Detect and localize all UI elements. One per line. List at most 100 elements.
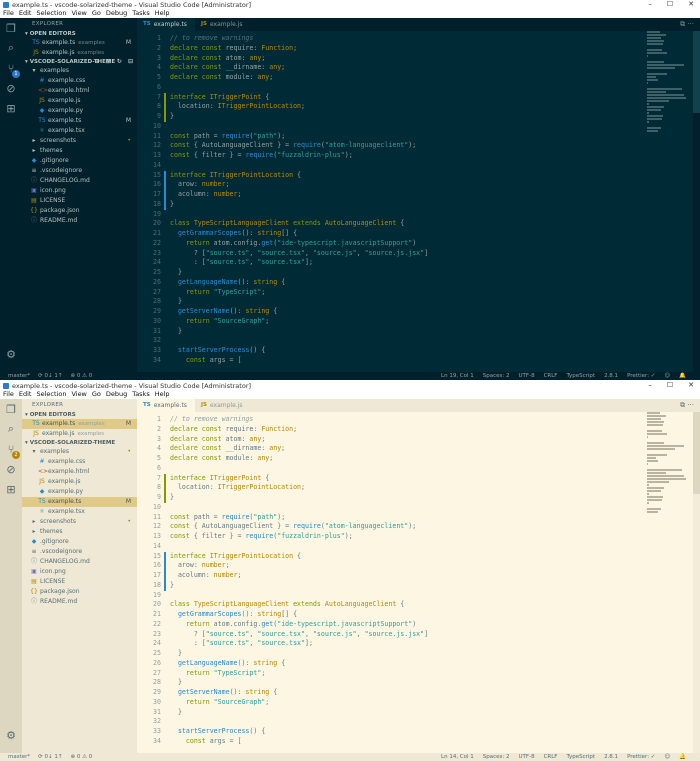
- scrollbar-thumb[interactable]: [693, 412, 700, 494]
- file-item[interactable]: ◆ .gitignore: [22, 156, 137, 166]
- status-position[interactable]: Ln 14, Col 1: [441, 754, 474, 760]
- maximize-button[interactable]: ☐: [667, 381, 673, 390]
- folder-item[interactable]: ▸ themes: [22, 527, 137, 537]
- files-icon[interactable]: ❐: [5, 403, 17, 416]
- close-button[interactable]: ✕: [688, 381, 694, 390]
- git-sync[interactable]: ⟳ 0↓ 1↑: [38, 373, 62, 379]
- gear-icon[interactable]: ⚙: [5, 348, 17, 361]
- open-editors-header[interactable]: ▾ OPEN EDITORS: [22, 30, 137, 38]
- status-eol[interactable]: CRLF: [544, 373, 558, 379]
- file-item[interactable]: ⓘ README.md: [22, 216, 137, 226]
- gear-icon[interactable]: ⚙: [5, 729, 17, 742]
- minimize-button[interactable]: –: [648, 0, 652, 9]
- file-item[interactable]: ▣ icon.png: [22, 186, 137, 196]
- status-spaces[interactable]: Spaces: 2: [483, 754, 510, 760]
- debug-icon[interactable]: ⊘: [5, 463, 17, 476]
- status-bell[interactable]: 🔔: [679, 754, 686, 760]
- menu-file[interactable]: File: [3, 9, 14, 18]
- folder-item[interactable]: ▸ themes: [22, 146, 137, 156]
- menu-edit[interactable]: Edit: [19, 9, 32, 18]
- menu-debug[interactable]: Debug: [106, 9, 127, 18]
- tab-example-ts[interactable]: TS example.ts: [137, 18, 195, 31]
- minimap[interactable]: [647, 31, 692, 141]
- menu-file[interactable]: File: [3, 390, 14, 399]
- file-item[interactable]: ◆ example.py: [22, 487, 137, 497]
- file-item[interactable]: TS example.ts M: [22, 497, 137, 507]
- menu-tasks[interactable]: Tasks: [132, 390, 149, 399]
- editor-actions[interactable]: ⧉ ···: [680, 18, 694, 31]
- status-eol[interactable]: CRLF: [544, 754, 558, 760]
- maximize-button[interactable]: ☐: [667, 0, 673, 9]
- problems-count[interactable]: ⊗ 0 ⚠ 0: [70, 373, 92, 379]
- file-item[interactable]: ≡ .vscodeignore: [22, 166, 137, 176]
- status-language[interactable]: TypeScript: [566, 754, 595, 760]
- file-item[interactable]: {} package.json: [22, 587, 137, 597]
- file-item[interactable]: # example.css: [22, 76, 137, 86]
- code-editor[interactable]: 1 // to remove warnings 2 declare const req…: [137, 412, 642, 753]
- open-editor-item[interactable]: JS example.js examples: [22, 48, 137, 58]
- menu-help[interactable]: Help: [155, 9, 170, 18]
- extensions-icon[interactable]: ⊞: [5, 102, 17, 115]
- editor-actions[interactable]: ⧉ ···: [680, 399, 694, 412]
- file-item[interactable]: JS example.js: [22, 477, 137, 487]
- status-spaces[interactable]: Spaces: 2: [483, 373, 510, 379]
- debug-icon[interactable]: ⊘: [5, 82, 17, 95]
- status-version[interactable]: 2.8.1: [604, 373, 618, 379]
- git-sync[interactable]: ⟳ 0↓ 1↑: [38, 754, 62, 760]
- git-branch[interactable]: master*: [8, 373, 30, 379]
- menu-selection[interactable]: Selection: [36, 390, 66, 399]
- tab-example-js[interactable]: JS example.js: [194, 399, 251, 412]
- code-editor[interactable]: 1 // to remove warnings 2 declare const req…: [137, 31, 642, 372]
- status-bell[interactable]: 🔔: [679, 373, 686, 379]
- file-item[interactable]: {} package.json: [22, 206, 137, 216]
- folder-item[interactable]: ▾ examples: [22, 66, 137, 76]
- open-editor-item[interactable]: TS example.ts examples M: [22, 38, 137, 48]
- status-encoding[interactable]: UTF-8: [519, 373, 535, 379]
- menu-selection[interactable]: Selection: [36, 9, 66, 18]
- open-editor-item[interactable]: JS example.js examples: [22, 429, 137, 439]
- menu-edit[interactable]: Edit: [19, 390, 32, 399]
- open-editors-header[interactable]: ▾ OPEN EDITORS: [22, 411, 137, 419]
- status-version[interactable]: 2.8.1: [604, 754, 618, 760]
- file-item[interactable]: ⚛ example.tsx: [22, 126, 137, 136]
- file-item[interactable]: TS example.ts M: [22, 116, 137, 126]
- open-editor-item[interactable]: TS example.ts examples M: [22, 419, 137, 429]
- tab-example-js[interactable]: JS example.js: [194, 18, 251, 31]
- minimize-button[interactable]: –: [648, 381, 652, 390]
- extensions-icon[interactable]: ⊞: [5, 483, 17, 496]
- status-emoji[interactable]: ☺: [664, 373, 670, 379]
- status-prettier[interactable]: Prettier: ✓: [627, 754, 655, 760]
- file-item[interactable]: ⓘ CHANGELOG.md: [22, 557, 137, 567]
- file-item[interactable]: ⓘ README.md: [22, 597, 137, 607]
- file-item[interactable]: <>example.html: [22, 467, 137, 477]
- project-header[interactable]: ▾ VSCODE-SOLARIZED-THEME: [22, 439, 137, 447]
- search-icon[interactable]: ⌕: [5, 422, 17, 435]
- file-item[interactable]: JS example.js: [22, 96, 137, 106]
- menu-help[interactable]: Help: [155, 390, 170, 399]
- file-item[interactable]: ▣ icon.png: [22, 567, 137, 577]
- menu-view[interactable]: View: [71, 390, 86, 399]
- file-item[interactable]: ▤ LICENSE: [22, 196, 137, 206]
- files-icon[interactable]: ❐: [5, 22, 17, 35]
- git-branch[interactable]: master*: [8, 754, 30, 760]
- file-item[interactable]: ≡ .vscodeignore: [22, 547, 137, 557]
- status-language[interactable]: TypeScript: [566, 373, 595, 379]
- menu-view[interactable]: View: [71, 9, 86, 18]
- status-prettier[interactable]: Prettier: ✓: [627, 373, 655, 379]
- file-item[interactable]: ◆ example.py: [22, 106, 137, 116]
- close-button[interactable]: ✕: [688, 0, 694, 9]
- tab-example-ts[interactable]: TS example.ts: [137, 399, 195, 412]
- menu-go[interactable]: Go: [92, 390, 101, 399]
- file-item[interactable]: ⓘ CHANGELOG.md: [22, 176, 137, 186]
- file-item[interactable]: ▤ LICENSE: [22, 577, 137, 587]
- menu-tasks[interactable]: Tasks: [132, 9, 149, 18]
- explorer-toolbar[interactable]: ⊕ ⊞ ↻ ⊟: [95, 58, 135, 66]
- status-position[interactable]: Ln 19, Col 1: [441, 373, 474, 379]
- status-emoji[interactable]: ☺: [664, 754, 670, 760]
- project-header[interactable]: ▾ VSCODE-SOLARIZED-THEME ⊕ ⊞ ↻ ⊟: [22, 58, 137, 66]
- file-item[interactable]: ⚛ example.tsx: [22, 507, 137, 517]
- problems-count[interactable]: ⊗ 0 ⚠ 0: [70, 754, 92, 760]
- search-icon[interactable]: ⌕: [5, 41, 17, 54]
- scrollbar-thumb[interactable]: [693, 31, 700, 113]
- folder-item[interactable]: ▾ examples •: [22, 447, 137, 457]
